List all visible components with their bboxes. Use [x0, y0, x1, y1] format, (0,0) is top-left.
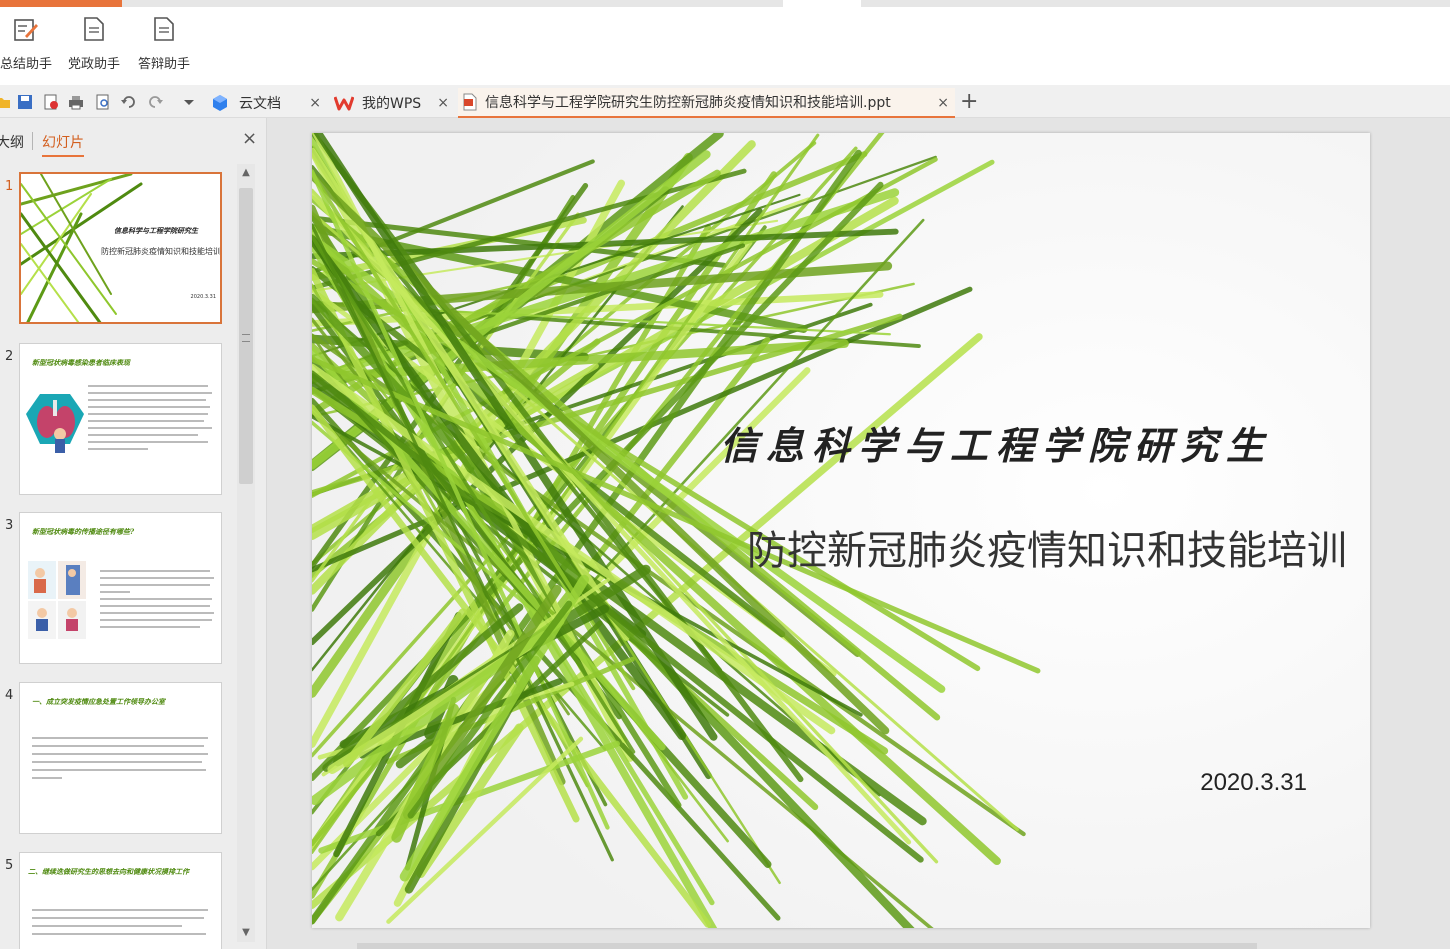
slide-subtitle: 防控新冠肺炎疫情知识和技能培训	[747, 528, 1347, 574]
cube-icon	[213, 95, 227, 111]
window-top-strip	[0, 0, 1450, 7]
thumb-body-text	[32, 903, 212, 941]
horizontal-scrollbar[interactable]	[267, 939, 1450, 949]
scroll-down-icon[interactable]: ▼	[240, 928, 252, 938]
thumb-title: 新型冠状病毒的传播途径有哪些?	[32, 527, 135, 536]
scroll-up-icon[interactable]: ▲	[240, 168, 252, 178]
document-tab-bar: 云文档 × 我的WPS × 信息科学与工程学院研究生防控新冠肺炎疫情知识和技能培…	[0, 85, 1450, 118]
redo-icon[interactable]	[146, 93, 164, 111]
slide-thumbnail-1[interactable]: 信息科学与工程学院研究生 防控新冠肺炎疫情知识和技能培训 2020.3.31	[19, 172, 222, 324]
scrollbar-handle[interactable]	[239, 188, 253, 484]
defense-assistant-button[interactable]: 答辩助手	[132, 15, 196, 79]
tab-outline[interactable]: 大纲	[0, 132, 24, 152]
thumb-body-text	[100, 565, 216, 633]
top-tab-gap	[783, 0, 861, 7]
open-icon[interactable]	[0, 93, 12, 111]
active-app-indicator	[0, 0, 122, 7]
tab-my-wps[interactable]: 我的WPS ×	[330, 88, 455, 118]
tab-close-icon[interactable]: ×	[309, 95, 321, 111]
slide-thumbnail-2[interactable]: 新型冠状病毒感染患者临床表现	[19, 343, 222, 495]
transmission-illustration	[28, 561, 86, 639]
tab-cloud-docs-label: 云文档	[239, 96, 281, 112]
ppt-file-icon	[463, 93, 477, 111]
wps-logo-icon	[334, 96, 354, 111]
panel-tab-divider	[32, 132, 33, 150]
horizontal-scrollbar-handle[interactable]	[357, 943, 1257, 949]
defense-assistant-label: 答辩助手	[137, 57, 190, 72]
tab-ppt-document-label: 信息科学与工程学院研究生防控新冠肺炎疫情知识和技能培训.ppt	[485, 95, 891, 111]
thumb-body-text	[32, 731, 212, 785]
thumb-title: 二、继续迭做研究生的思想去向和健康状况摸排工作	[28, 867, 189, 876]
print-preview-icon[interactable]	[94, 93, 112, 111]
thumb-subtitle: 防控新冠肺炎疫情知识和技能培训	[101, 247, 221, 256]
slide-number: 3	[5, 518, 14, 533]
ribbon: 总结助手 党政助手 答辩助手	[0, 7, 1450, 85]
tab-close-icon[interactable]: ×	[437, 95, 449, 111]
party-gov-assistant-label: 党政助手	[67, 57, 120, 72]
new-tab-button[interactable]: +	[960, 89, 978, 114]
thumbnails-scrollbar[interactable]: ▲ ▼	[237, 164, 255, 942]
thumb-body-text	[88, 380, 214, 455]
document-icon	[84, 17, 104, 41]
tab-slides[interactable]: 幻灯片	[42, 132, 84, 157]
lungs-illustration	[26, 394, 84, 453]
undo-icon[interactable]	[120, 93, 138, 111]
slide-number: 4	[5, 688, 14, 703]
summary-assistant-label: 总结助手	[0, 57, 52, 72]
grip-icon	[242, 334, 250, 342]
tab-ppt-document[interactable]: 信息科学与工程学院研究生防控新冠肺炎疫情知识和技能培训.ppt ×	[458, 88, 955, 118]
slide-title: 信息科学与工程学院研究生	[719, 423, 1272, 468]
print-icon[interactable]	[67, 93, 85, 111]
slide-thumbnail-5[interactable]: 二、继续迭做研究生的思想去向和健康状况摸排工作	[19, 852, 222, 949]
tab-cloud-docs[interactable]: 云文档 ×	[205, 88, 327, 118]
panel-close-icon[interactable]: ×	[242, 128, 257, 149]
save-icon[interactable]	[16, 93, 34, 111]
thumb-title: 信息科学与工程学院研究生	[114, 226, 198, 235]
slide-number: 5	[5, 858, 14, 873]
thumb-date: 2020.3.31	[190, 294, 216, 300]
current-slide[interactable]: 信息科学与工程学院研究生 防控新冠肺炎疫情知识和技能培训 2020.3.31	[312, 133, 1370, 928]
pen-document-icon	[14, 19, 38, 41]
summary-assistant-button[interactable]: 总结助手	[0, 15, 56, 79]
thumb-title: 新型冠状病毒感染患者临床表现	[32, 358, 130, 367]
dropdown-icon[interactable]	[180, 93, 198, 111]
slide-thumbnail-3[interactable]: 新型冠状病毒的传播途径有哪些?	[19, 512, 222, 664]
tab-my-wps-label: 我的WPS	[362, 96, 422, 112]
export-pdf-icon[interactable]	[42, 93, 60, 111]
thumb-title: 一、成立突发疫情应急处置工作领导办公室	[32, 697, 165, 706]
party-gov-assistant-button[interactable]: 党政助手	[62, 15, 126, 79]
slide-date: 2020.3.31	[1200, 769, 1307, 796]
slide-number: 1	[5, 179, 14, 194]
slides-panel: 大纲 幻灯片 × 1 信息科学与工程学院研究生 防控新冠肺炎疫情知识和技能培训 …	[0, 118, 267, 949]
document-icon	[154, 17, 174, 41]
slide-number: 2	[5, 349, 14, 364]
tab-close-icon[interactable]: ×	[937, 95, 949, 111]
slide-thumbnail-4[interactable]: 一、成立突发疫情应急处置工作领导办公室	[19, 682, 222, 834]
